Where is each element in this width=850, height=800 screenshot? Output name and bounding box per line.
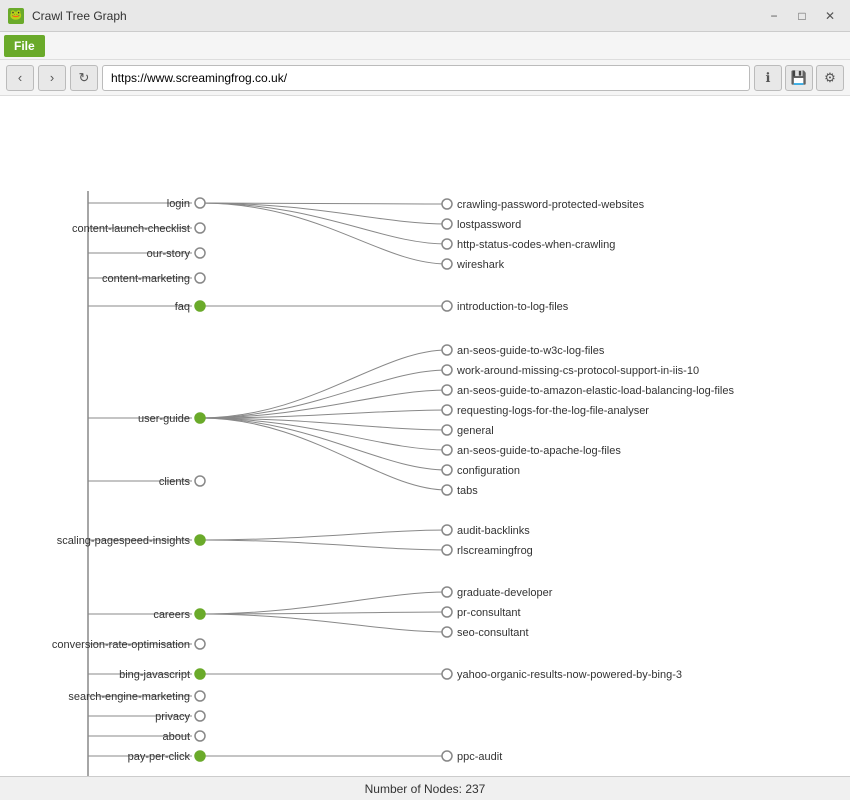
file-menu[interactable]: File: [4, 35, 45, 57]
svg-text:work-around-missing-cs-protoco: work-around-missing-cs-protocol-support-…: [456, 365, 699, 377]
url-input[interactable]: [102, 65, 750, 91]
back-button[interactable]: ‹: [6, 65, 34, 91]
settings-button[interactable]: ⚙: [816, 65, 844, 91]
svg-text:tabs: tabs: [457, 485, 478, 497]
svg-text:bing-javascript: bing-javascript: [119, 669, 190, 681]
svg-text:scaling-pagespeed-insights: scaling-pagespeed-insights: [57, 535, 191, 547]
svg-text:yahoo-organic-results-now-powe: yahoo-organic-results-now-powered-by-bin…: [457, 669, 682, 681]
svg-text:audit-backlinks: audit-backlinks: [457, 525, 530, 537]
svg-text:content-launch-checklist: content-launch-checklist: [72, 223, 190, 235]
svg-text:configuration: configuration: [457, 465, 520, 477]
svg-text:careers: careers: [153, 609, 190, 621]
svg-text:search-engine-marketing: search-engine-marketing: [68, 691, 190, 703]
svg-text:http-status-codes-when-crawlin: http-status-codes-when-crawling: [457, 239, 615, 251]
svg-text:content-marketing: content-marketing: [102, 273, 190, 285]
minimize-button[interactable]: −: [762, 6, 786, 26]
title-bar: 🐸 Crawl Tree Graph − □ ✕: [0, 0, 850, 32]
app-icon: 🐸: [8, 8, 24, 24]
window-controls: − □ ✕: [762, 6, 842, 26]
svg-text:our-story: our-story: [147, 248, 191, 260]
svg-text:introduction-to-log-files: introduction-to-log-files: [457, 301, 569, 313]
svg-text:wireshark: wireshark: [456, 259, 505, 271]
svg-text:login: login: [167, 198, 190, 210]
svg-text:an-seos-guide-to-apache-log-fi: an-seos-guide-to-apache-log-files: [457, 445, 621, 457]
svg-text:requesting-logs-for-the-log-fi: requesting-logs-for-the-log-file-analyse…: [457, 405, 649, 417]
svg-text:ppc-audit: ppc-audit: [457, 751, 502, 763]
close-button[interactable]: ✕: [818, 6, 842, 26]
svg-text:pay-per-click: pay-per-click: [128, 751, 191, 763]
save-button[interactable]: 💾: [785, 65, 813, 91]
refresh-button[interactable]: ↻: [70, 65, 98, 91]
svg-text:clients: clients: [159, 476, 191, 488]
svg-text:graduate-developer: graduate-developer: [457, 587, 553, 599]
svg-text:rlscreamingfrog: rlscreamingfrog: [457, 545, 533, 557]
svg-text:about: about: [162, 731, 190, 743]
svg-text:an-seos-guide-to-w3c-log-files: an-seos-guide-to-w3c-log-files: [457, 345, 605, 357]
window-title: Crawl Tree Graph: [32, 9, 762, 23]
svg-text:general: general: [457, 425, 494, 437]
svg-text:privacy: privacy: [155, 711, 190, 723]
maximize-button[interactable]: □: [790, 6, 814, 26]
svg-text:faq: faq: [175, 301, 190, 313]
svg-text:an-seos-guide-to-amazon-elasti: an-seos-guide-to-amazon-elastic-load-bal…: [457, 385, 734, 397]
node-count: Number of Nodes: 237: [365, 782, 486, 796]
svg-text:seo-consultant: seo-consultant: [457, 627, 529, 639]
svg-text:crawling-password-protected-we: crawling-password-protected-websites: [457, 199, 645, 211]
toolbar-right: ℹ 💾 ⚙: [754, 65, 844, 91]
info-button[interactable]: ℹ: [754, 65, 782, 91]
status-bar: Number of Nodes: 237: [0, 776, 850, 800]
svg-text:conversion-rate-optimisation: conversion-rate-optimisation: [52, 639, 190, 651]
forward-button[interactable]: ›: [38, 65, 66, 91]
svg-text:lostpassword: lostpassword: [457, 219, 521, 231]
svg-text:user-guide: user-guide: [138, 413, 190, 425]
svg-text:pr-consultant: pr-consultant: [457, 607, 521, 619]
graph-svg: login content-launch-checklist our-story…: [0, 96, 850, 776]
graph-area: login content-launch-checklist our-story…: [0, 96, 850, 776]
menu-bar: File: [0, 32, 850, 60]
toolbar: ‹ › ↻ ℹ 💾 ⚙: [0, 60, 850, 96]
